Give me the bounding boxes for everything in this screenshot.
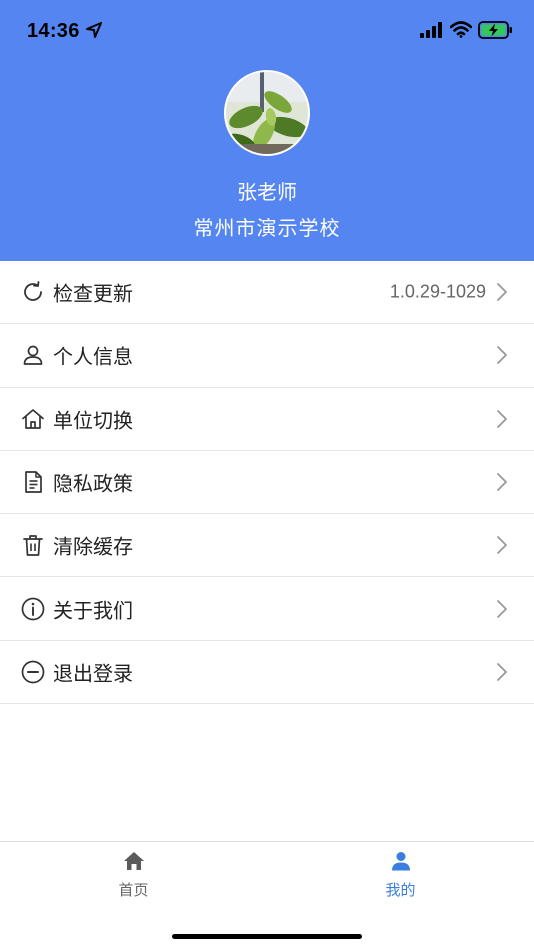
chevron-right-icon: [497, 346, 507, 365]
menu-label-clear-cache: 清除缓存: [53, 534, 133, 559]
document-icon: [25, 471, 42, 493]
menu-label-privacy-policy: 隐私政策: [53, 471, 133, 496]
menu-item-personal-info[interactable]: 个人信息: [0, 324, 534, 388]
user-name: 张老师: [237, 180, 297, 204]
chevron-right-icon: [497, 599, 507, 618]
chevron-right-icon: [497, 473, 507, 491]
signal-icon: [420, 22, 442, 38]
tab-mine[interactable]: 我的: [267, 842, 534, 902]
battery-charging-icon: [478, 21, 512, 39]
profile-header: 14:36 张老师 常州市演示学校: [0, 0, 534, 261]
location-arrow-icon: [86, 22, 102, 38]
info-icon: [21, 597, 45, 620]
chevron-right-icon: [497, 283, 507, 302]
tab-home[interactable]: 首页: [0, 842, 267, 902]
avatar[interactable]: [224, 70, 310, 156]
status-bar: 14:36: [0, 0, 534, 60]
chevron-right-icon: [497, 536, 507, 555]
trash-icon: [23, 535, 43, 557]
school-name: 常州市演示学校: [193, 216, 341, 240]
menu-label-check-update: 检查更新: [53, 281, 133, 306]
chevron-right-icon: [497, 663, 507, 681]
home-icon: [22, 408, 44, 429]
chevron-right-icon: [497, 409, 507, 428]
menu-item-clear-cache[interactable]: 清除缓存: [0, 514, 534, 578]
menu-label-about-us: 关于我们: [53, 598, 133, 623]
menu-item-check-update[interactable]: 检查更新 1.0.29-1029: [0, 261, 534, 325]
menu-label-personal-info: 个人信息: [53, 344, 133, 369]
tab-home-label: 首页: [118, 881, 149, 899]
minus-circle-icon: [21, 660, 45, 684]
user-icon: [23, 346, 43, 366]
refresh-icon: [24, 281, 42, 302]
avatar-photo: [226, 72, 308, 154]
settings-menu: 检查更新 1.0.29-1029 个人信息 单位切换 隐私政策 清除缓存 关于我…: [0, 261, 534, 705]
status-time: 14:36: [27, 20, 80, 42]
menu-label-switch-unit: 单位切换: [53, 408, 133, 433]
menu-item-about-us[interactable]: 关于我们: [0, 577, 534, 641]
wifi-icon: [450, 21, 472, 38]
tab-mine-label: 我的: [385, 881, 416, 899]
menu-item-switch-unit[interactable]: 单位切换: [0, 388, 534, 451]
user-filled-icon: [391, 852, 410, 871]
menu-item-privacy-policy[interactable]: 隐私政策: [0, 451, 534, 515]
home-filled-icon: [123, 852, 144, 870]
home-indicator: [172, 934, 362, 939]
menu-label-logout: 退出登录: [53, 661, 133, 686]
app-version: 1.0.29-1029: [389, 281, 486, 302]
menu-item-logout[interactable]: 退出登录: [0, 641, 534, 705]
